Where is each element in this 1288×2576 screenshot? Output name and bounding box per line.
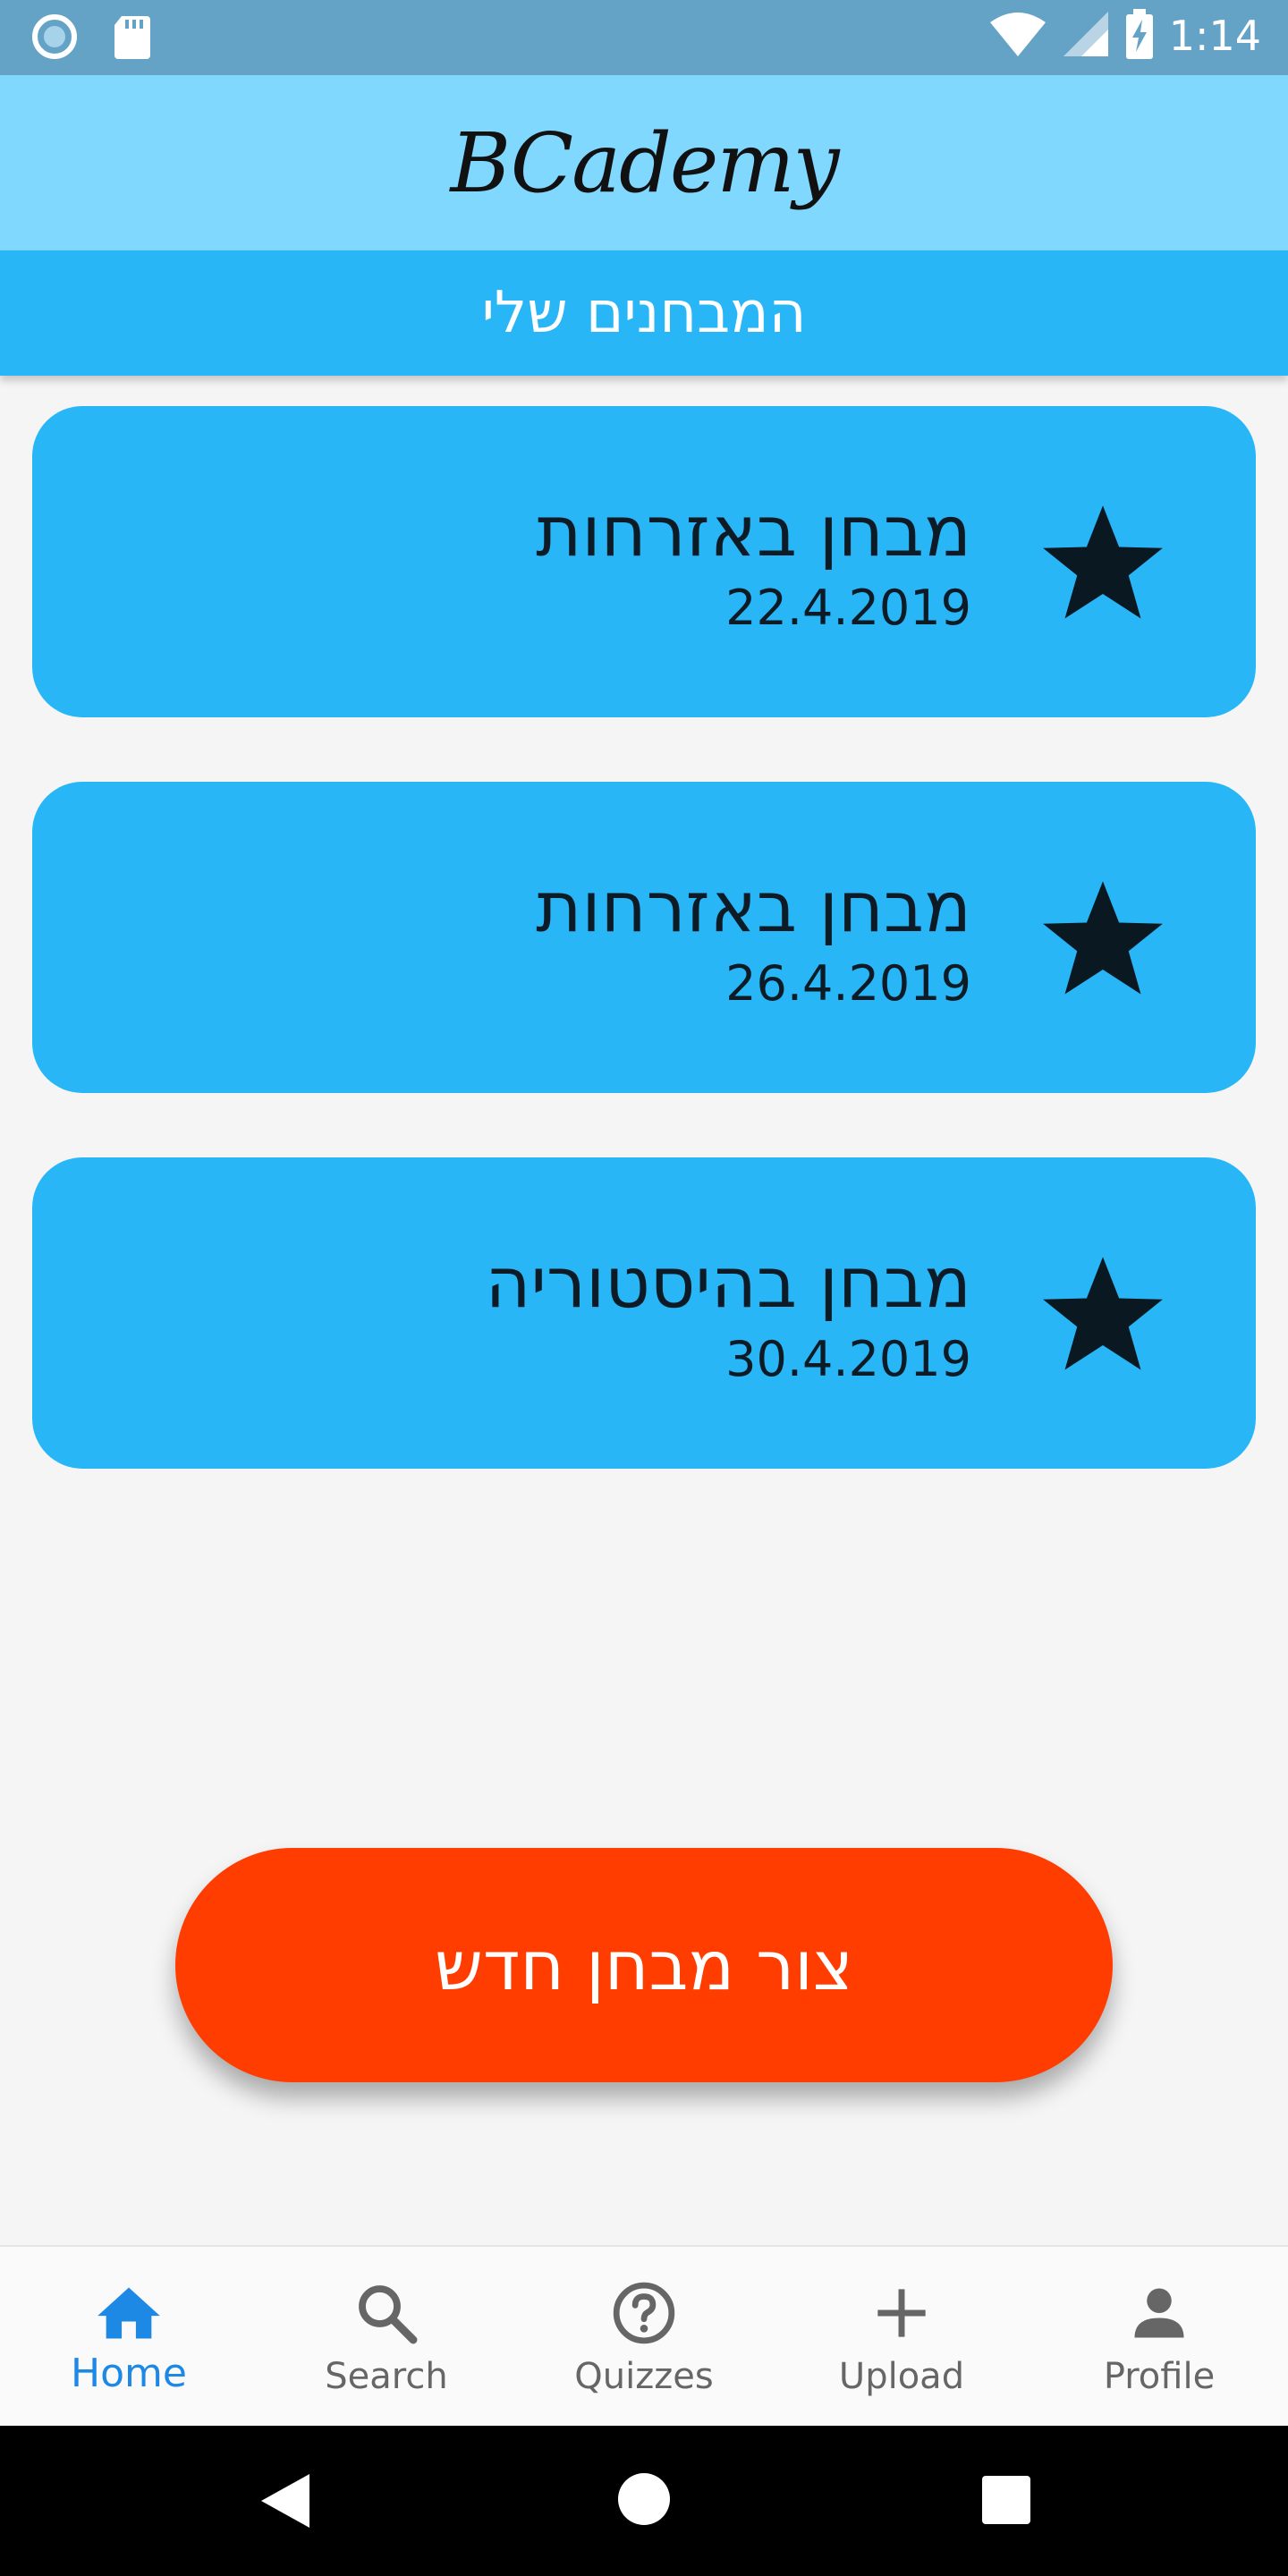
home-icon [97, 2287, 160, 2339]
quiz-date: 22.4.2019 [725, 580, 971, 636]
battery-charging-icon [1124, 9, 1155, 63]
nav-profile-label: Profile [1103, 2356, 1216, 2397]
quiz-title: מבחן באזרחות [536, 492, 971, 572]
status-bar: 1:14 [0, 0, 1288, 75]
nav-search[interactable]: Search [258, 2247, 515, 2428]
nav-home-label: Home [71, 2351, 187, 2396]
nav-upload[interactable]: Upload [773, 2247, 1030, 2428]
quiz-card[interactable]: מבחן באזרחות 22.4.2019 [32, 406, 1256, 717]
quiz-date: 30.4.2019 [725, 1331, 971, 1387]
circle-status-icon [30, 13, 79, 64]
star-icon[interactable] [1036, 871, 1170, 1005]
quiz-title: מבחן באזרחות [536, 868, 971, 948]
quiz-card[interactable]: מבחן בהיסטוריה 30.4.2019 [32, 1157, 1256, 1469]
signal-icon [1062, 10, 1110, 62]
app-bar: BCademy [0, 75, 1288, 250]
plus-icon [877, 2289, 926, 2337]
recents-icon[interactable] [982, 2476, 1030, 2524]
nav-profile[interactable]: Profile [1030, 2247, 1288, 2428]
wifi-icon [988, 10, 1047, 62]
page-header: המבחנים שלי [0, 250, 1288, 376]
home-circle-icon[interactable] [617, 2472, 671, 2526]
quiz-date: 26.4.2019 [725, 955, 971, 1012]
back-icon[interactable] [258, 2470, 313, 2531]
nav-quizzes-label: Quizzes [574, 2356, 714, 2397]
bottom-nav: Home Search Quizzes Upload Profile [0, 2245, 1288, 2428]
quiz-card[interactable]: מבחן באזרחות 26.4.2019 [32, 782, 1256, 1093]
status-time: 1:14 [1168, 12, 1261, 60]
sd-card-icon [113, 14, 152, 63]
person-icon [1134, 2288, 1184, 2338]
app-logo: BCademy [450, 114, 839, 211]
search-icon [359, 2285, 418, 2344]
create-quiz-button[interactable]: צור מבחן חדש [175, 1848, 1113, 2082]
nav-quizzes[interactable]: Quizzes [515, 2247, 773, 2428]
nav-home[interactable]: Home [0, 2247, 258, 2428]
create-quiz-label: צור מבחן חדש [435, 1925, 853, 2005]
system-nav-bar [0, 2426, 1288, 2576]
nav-upload-label: Upload [838, 2356, 965, 2397]
page-title: המבחנים שלי [481, 280, 807, 346]
quiz-title: מבחן בהיסטוריה [485, 1243, 971, 1324]
help-circle-icon [613, 2282, 675, 2344]
nav-search-label: Search [325, 2356, 448, 2397]
star-icon[interactable] [1036, 1247, 1170, 1381]
star-icon[interactable] [1036, 496, 1170, 630]
